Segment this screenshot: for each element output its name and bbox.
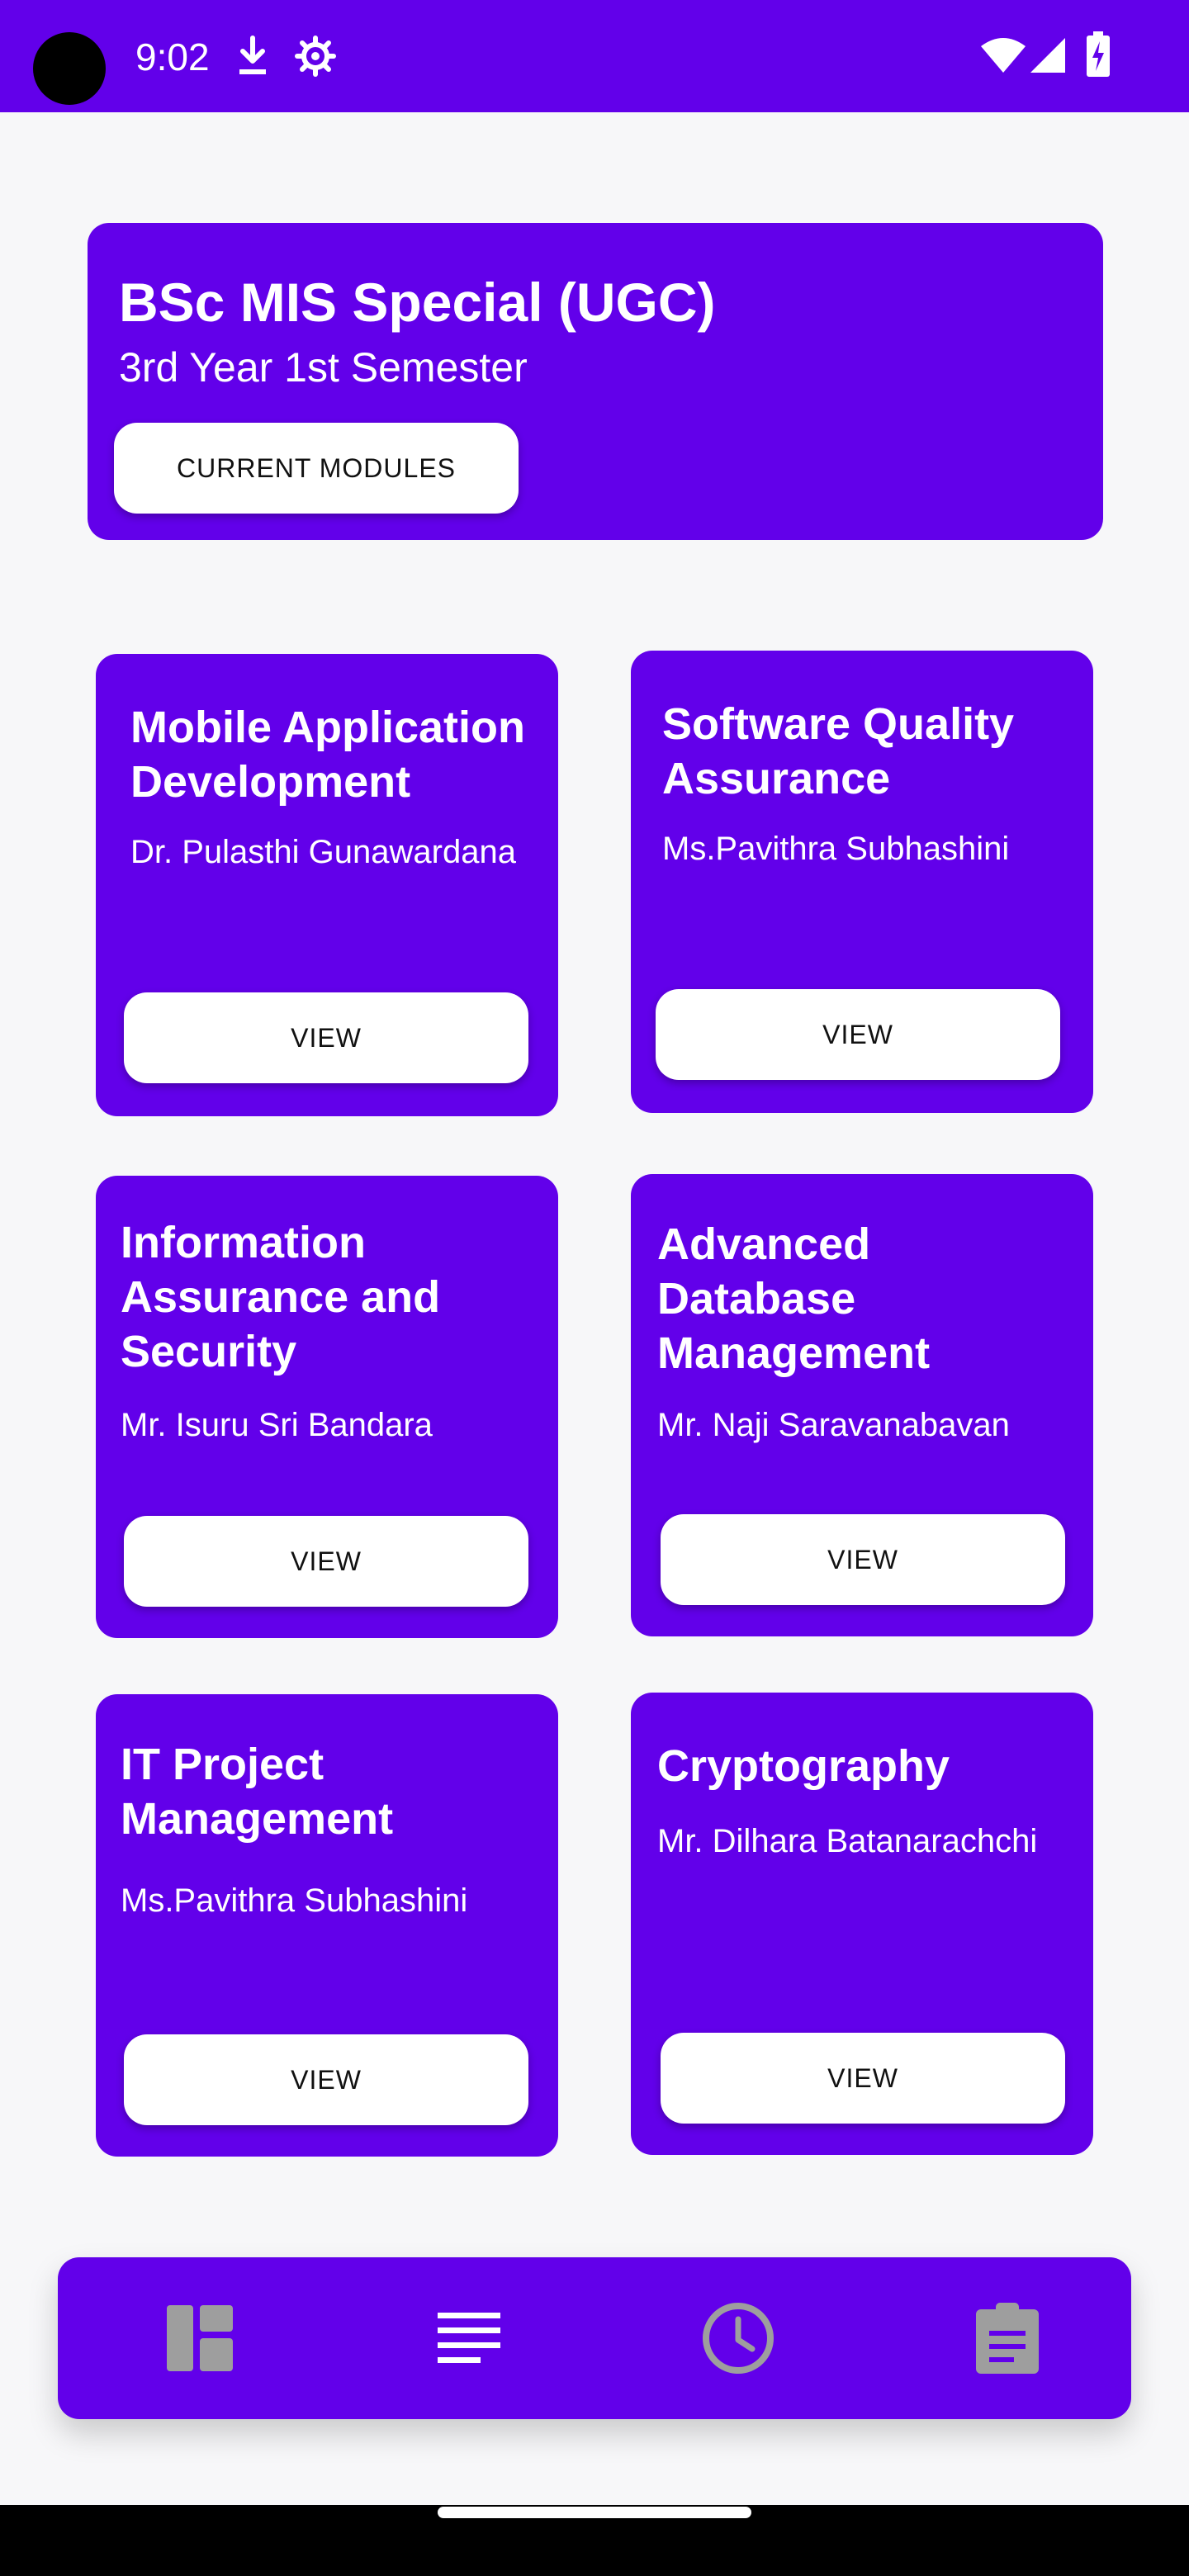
module-card-information-assurance-and-security: Information Assurance and Security Mr. I… (96, 1176, 558, 1638)
module-lecturer: Mr. Naji Saravanabavan (657, 1407, 1010, 1443)
nav-item-list[interactable] (419, 2289, 519, 2388)
nav-item-dashboard[interactable] (150, 2289, 249, 2388)
status-bar: 9:02 (0, 0, 1189, 112)
module-card-advanced-database-management: Advanced Database Management Mr. Naji Sa… (631, 1174, 1093, 1636)
download-icon (239, 36, 266, 74)
module-title: Advanced Database Management (657, 1219, 931, 1378)
module-card-it-project-management: IT Project Management Ms.Pavithra Subhas… (96, 1694, 558, 2157)
semester-subtitle: 3rd Year 1st Semester (119, 344, 528, 391)
camera-cutout (33, 32, 106, 105)
module-title: Information Assurance and Security (121, 1218, 441, 1376)
module-title: Mobile Application Development (130, 703, 525, 807)
program-title: BSc MIS Special (UGC) (119, 272, 716, 333)
view-module-button[interactable]: VIEW (124, 2034, 528, 2125)
current-modules-button[interactable]: CURRENT MODULES (114, 423, 519, 514)
module-title: IT Project Management (121, 1740, 394, 1844)
module-title: Software Quality Assurance (662, 699, 1015, 803)
module-card-mobile-application-development: Mobile Application Development Dr. Pulas… (96, 654, 558, 1116)
nav-item-assignments[interactable] (958, 2289, 1057, 2388)
dashboard-icon (167, 2305, 233, 2371)
home-gesture-handle[interactable] (438, 2507, 751, 2518)
nav-item-timetable[interactable] (689, 2289, 788, 2388)
list-icon (438, 2313, 500, 2363)
status-time: 9:02 (135, 36, 210, 78)
view-module-button[interactable]: VIEW (661, 2033, 1065, 2124)
settings-gear-icon (295, 36, 336, 77)
cell-signal-icon (1030, 38, 1065, 73)
assignment-icon (976, 2303, 1039, 2374)
system-navigation-bar (0, 2505, 1189, 2576)
view-module-button[interactable]: VIEW (124, 1516, 528, 1607)
battery-charging-icon (1087, 31, 1110, 77)
module-title: Cryptography (657, 1741, 950, 1791)
program-header-card: BSc MIS Special (UGC) 3rd Year 1st Semes… (88, 223, 1103, 540)
module-lecturer: Dr. Pulasthi Gunawardana (130, 834, 516, 870)
view-module-button[interactable]: VIEW (661, 1514, 1065, 1605)
module-lecturer: Ms.Pavithra Subhashini (121, 1882, 468, 1919)
view-module-button[interactable]: VIEW (656, 989, 1060, 1080)
clock-icon (703, 2303, 774, 2374)
module-lecturer: Ms.Pavithra Subhashini (662, 831, 1010, 867)
module-lecturer: Mr. Isuru Sri Bandara (121, 1407, 433, 1443)
module-card-software-quality-assurance: Software Quality Assurance Ms.Pavithra S… (631, 651, 1093, 1113)
view-module-button[interactable]: VIEW (124, 992, 528, 1083)
module-lecturer: Mr. Dilhara Batanarachchi (657, 1823, 1038, 1859)
module-card-cryptography: Cryptography Mr. Dilhara Batanarachchi V… (631, 1693, 1093, 2155)
bottom-navigation (58, 2257, 1131, 2419)
wifi-icon (981, 38, 1026, 73)
